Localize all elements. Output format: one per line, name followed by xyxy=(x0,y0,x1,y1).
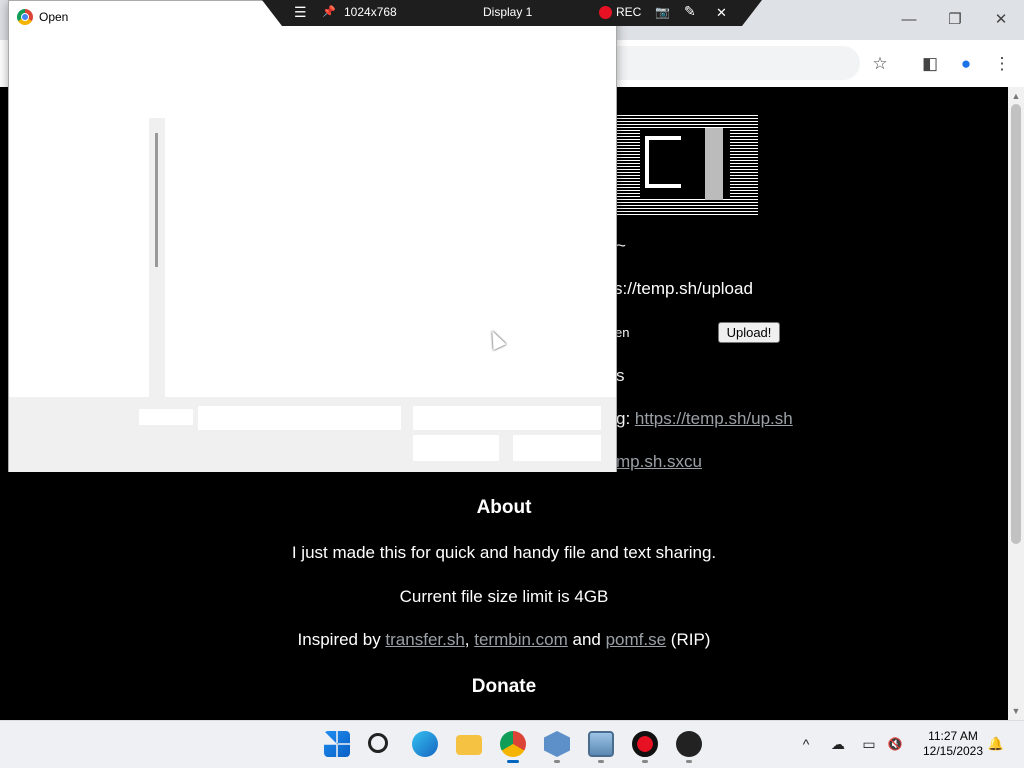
bookmark-star-icon[interactable]: ☆ xyxy=(868,52,892,76)
record-dot-icon[interactable] xyxy=(599,6,612,19)
dialog-footer xyxy=(9,397,616,472)
system-clock[interactable]: 11:27 AM 12/15/2023 xyxy=(914,729,992,759)
record-app-icon[interactable] xyxy=(632,731,658,757)
close-icon[interactable]: ✕ xyxy=(987,8,1015,32)
side-panel-icon[interactable]: ◧ xyxy=(918,52,942,76)
sharex-line: mp.sh.sxcu xyxy=(616,452,702,472)
dialog-title: Open xyxy=(39,10,69,24)
about-text: I just made this for quick and handy fil… xyxy=(291,543,717,562)
record-app-indicator xyxy=(642,760,648,763)
pin-icon[interactable]: 📌 xyxy=(322,5,336,18)
chrome-taskbar-icon[interactable] xyxy=(500,731,526,757)
script-prefix: g: xyxy=(616,409,635,428)
file-explorer-icon[interactable] xyxy=(456,735,482,755)
cancel-button[interactable] xyxy=(513,435,601,461)
script-line: g: https://temp.sh/up.sh xyxy=(616,409,793,429)
sharex-link[interactable]: mp.sh.sxcu xyxy=(616,452,702,471)
image-viewer-icon[interactable] xyxy=(588,731,614,757)
browser-menu-icon[interactable]: ⋮ xyxy=(990,52,1014,76)
volume-muted-icon[interactable]: 🔇 xyxy=(886,735,904,753)
file-type-select[interactable] xyxy=(413,406,601,430)
inspired-prefix: Inspired by xyxy=(297,630,386,649)
resolution-label: 1024x768 xyxy=(344,5,397,19)
minimize-icon[interactable]: — xyxy=(895,8,923,32)
dialog-file-list[interactable] xyxy=(165,118,616,397)
dialog-navigation-pane[interactable] xyxy=(9,33,149,397)
image-viewer-indicator xyxy=(598,760,604,763)
about-heading: About xyxy=(476,497,532,518)
logo-letter-s xyxy=(645,136,681,188)
curl-upload-line: s://temp.sh/upload xyxy=(614,279,753,298)
pomf-link[interactable]: pomf.se xyxy=(606,630,666,649)
transfer-sh-link[interactable]: transfer.sh xyxy=(385,630,464,649)
edge-dev-icon[interactable] xyxy=(412,731,438,757)
clock-date: 12/15/2023 xyxy=(922,744,984,758)
script-link[interactable]: https://temp.sh/up.sh xyxy=(635,409,793,428)
inspired-suffix: (RIP) xyxy=(666,630,711,649)
onedrive-icon[interactable]: ☁ xyxy=(829,735,847,753)
inspired-sep2: and xyxy=(567,630,606,649)
text-line: s xyxy=(616,366,625,385)
termbin-link[interactable]: termbin.com xyxy=(474,630,568,649)
rec-label[interactable]: REC xyxy=(616,5,641,19)
recorder-close-icon[interactable]: ✕ xyxy=(716,5,727,21)
display-label[interactable]: Display 1 xyxy=(483,5,532,19)
file-name-input[interactable] xyxy=(198,406,401,430)
notification-bell-icon[interactable]: 🔔 xyxy=(987,735,1005,753)
network-icon[interactable]: ▭ xyxy=(860,735,878,753)
upload-button[interactable]: Upload! xyxy=(718,322,780,343)
profile-icon[interactable]: ● xyxy=(954,52,978,76)
file-chosen-label: en xyxy=(615,325,630,340)
chrome-icon-center xyxy=(21,13,29,21)
recording-toolbar: ☰ 📌 1024x768 Display 1 REC 📷 ✎ ✕ xyxy=(262,0,762,26)
virtualbox-indicator xyxy=(554,760,560,763)
file-name-label-placeholder xyxy=(139,409,193,425)
logo-letter-h xyxy=(705,128,723,200)
open-file-dialog: Open xyxy=(8,0,617,472)
tagline: ~ xyxy=(616,236,626,255)
inspired-line: Inspired by transfer.sh, termbin.com and… xyxy=(0,630,1008,650)
pen-icon[interactable]: ✎ xyxy=(684,3,696,20)
chrome-active-indicator xyxy=(507,760,519,763)
search-icon[interactable] xyxy=(368,733,388,753)
restore-icon[interactable]: ❐ xyxy=(941,8,969,32)
size-limit-text: Current file size limit is 4GB xyxy=(399,587,609,606)
scroll-down-icon[interactable]: ▼ xyxy=(1008,703,1024,719)
scroll-up-icon[interactable]: ▲ xyxy=(1008,88,1024,104)
camera-icon[interactable]: 📷 xyxy=(655,5,670,19)
donate-heading: Donate xyxy=(471,676,537,697)
tray-chevron-icon[interactable]: ^ xyxy=(797,735,815,753)
media-player-icon[interactable] xyxy=(676,731,702,757)
media-player-indicator xyxy=(686,760,692,763)
recorder-menu-icon[interactable]: ☰ xyxy=(294,4,307,21)
inspired-sep1: , xyxy=(464,630,475,649)
open-button[interactable] xyxy=(413,435,499,461)
navigation-scroll-thumb[interactable] xyxy=(155,133,158,267)
clock-time: 11:27 AM xyxy=(928,729,978,743)
page-scroll-thumb[interactable] xyxy=(1011,104,1021,544)
